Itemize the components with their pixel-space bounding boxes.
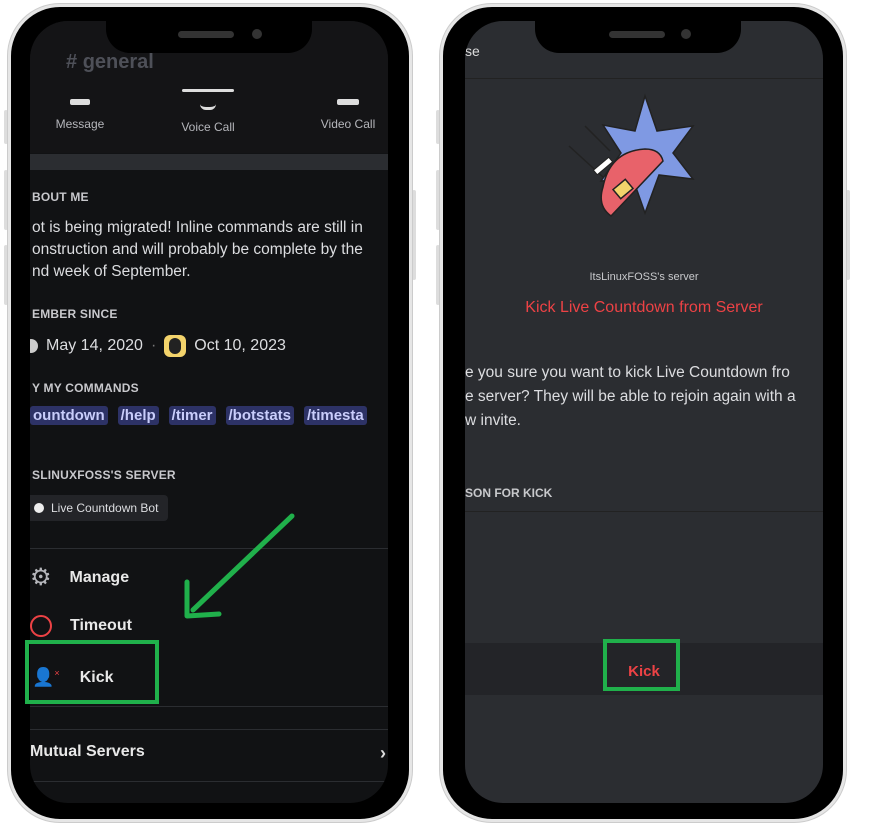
commands-heading: Y MY COMMANDS — [32, 381, 139, 395]
dialog-title: Kick Live Countdown from Server — [525, 299, 763, 316]
reason-input[interactable] — [465, 512, 823, 627]
chat-icon — [70, 99, 90, 105]
gear-icon: ⚙ — [30, 564, 52, 591]
member-dates: May 14, 2020 · Oct 10, 2023 — [30, 335, 286, 357]
member-since-heading: EMBER SINCE — [32, 307, 118, 321]
reason-label: SON FOR KICK — [465, 486, 553, 500]
channel-header: # general — [66, 51, 154, 73]
command-chip[interactable]: /timer — [168, 406, 216, 425]
role-badge: Live Countdown Bot — [30, 495, 169, 521]
commands-list: ountdown/help/timer/botstats/timesta — [30, 406, 377, 425]
command-chip[interactable]: /botstats — [225, 406, 295, 425]
video-call-button[interactable]: Video Call — [308, 99, 388, 131]
manage-item[interactable]: ⚙ Manage — [30, 563, 129, 592]
kick-highlight-box — [25, 640, 159, 704]
about-me-heading: BOUT ME — [32, 190, 89, 204]
command-chip[interactable]: ountdown — [30, 406, 108, 425]
command-chip[interactable]: /help — [117, 406, 159, 425]
arrow-icon — [184, 513, 295, 619]
close-button[interactable]: se — [465, 43, 480, 59]
server-avatar-icon — [164, 335, 187, 357]
message-button[interactable]: Message — [40, 99, 120, 131]
hash-icon: # — [66, 51, 83, 73]
chevron-right-icon: › — [380, 743, 386, 763]
kick-illustration — [568, 93, 695, 217]
server-roles-heading: SLINUXFOSS'S SERVER — [32, 468, 176, 482]
dialog-message: e you sure you want to kick Live Countdo… — [465, 364, 796, 429]
server-name: ItsLinuxFOSS's server — [589, 271, 699, 283]
about-me-text: ot is being migrated! Inline commands ar… — [32, 219, 363, 280]
voice-call-button[interactable]: Voice Call — [168, 89, 248, 134]
right-phone: se ItsLinuxFOSS's server Kick Live Count… — [440, 4, 846, 822]
clock-icon — [30, 615, 52, 637]
video-icon — [337, 99, 359, 105]
command-chip[interactable]: /timesta — [304, 406, 367, 425]
discord-icon — [30, 339, 38, 353]
mutual-servers-item[interactable]: Mutual Servers › — [30, 743, 388, 764]
role-color-dot — [34, 503, 44, 513]
phone-icon — [200, 102, 216, 110]
kick-button-highlight-box — [603, 639, 680, 691]
timeout-item[interactable]: Timeout — [30, 615, 132, 637]
